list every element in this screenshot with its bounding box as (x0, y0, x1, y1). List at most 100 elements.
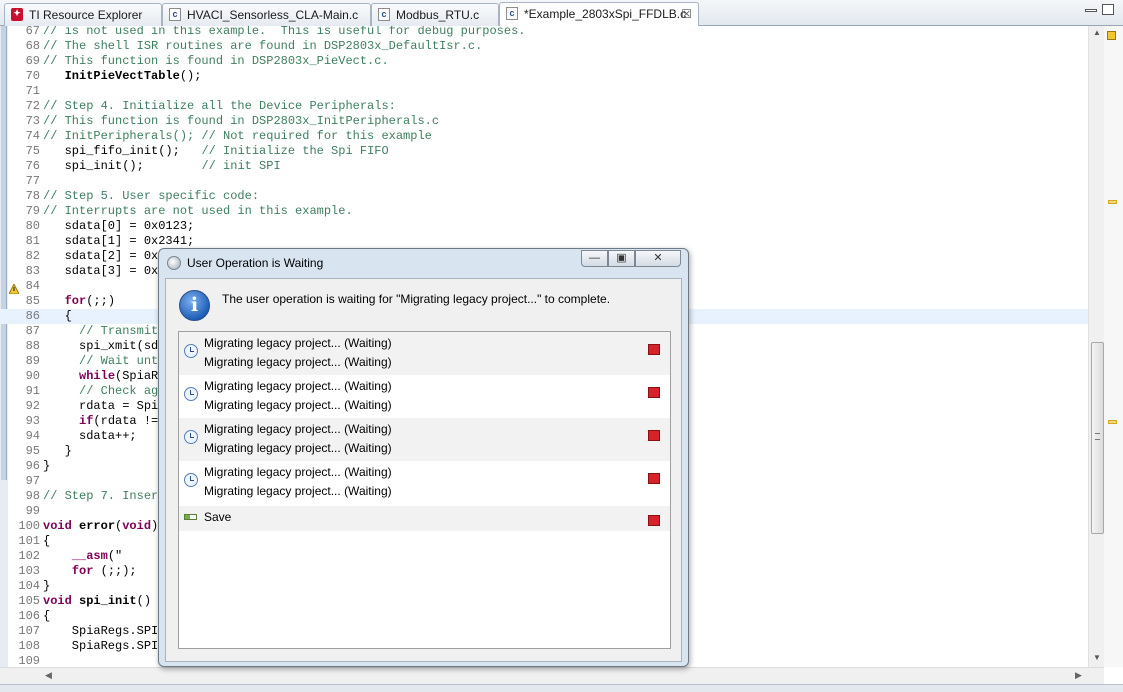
code-text[interactable]: } (43, 579, 50, 594)
user-operation-waiting-dialog: User Operation is Waiting — ▣ ✕ i The us… (158, 248, 689, 667)
code-text[interactable]: void spi_init() (43, 594, 151, 609)
line-number: 104 (18, 579, 40, 593)
code-text[interactable]: // The shell ISR routines are found in D… (43, 39, 482, 54)
code-line[interactable]: 75 spi_fifo_init(); // Initialize the Sp… (0, 144, 1104, 159)
restore-button[interactable]: ▣ (608, 250, 635, 267)
code-text[interactable]: // Step 5. User specific code: (43, 189, 259, 204)
code-text[interactable]: sdata++; (43, 429, 137, 444)
code-line[interactable]: 69// This function is found in DSP2803x_… (0, 54, 1104, 69)
minimize-button[interactable]: — (581, 250, 608, 267)
code-line[interactable]: 79// Interrupts are not used in this exa… (0, 204, 1104, 219)
code-line[interactable]: 67// is not used in this example. This i… (0, 26, 1104, 39)
stop-icon[interactable] (648, 473, 660, 484)
job-row[interactable]: Migrating legacy project... (Waiting) Mi… (179, 418, 670, 461)
code-line[interactable]: 74// InitPeripherals(); // Not required … (0, 129, 1104, 144)
code-line[interactable]: 77 (0, 174, 1104, 189)
overview-ruler[interactable] (1104, 26, 1123, 667)
code-line[interactable]: 68// The shell ISR routines are found in… (0, 39, 1104, 54)
code-text[interactable]: } (43, 459, 50, 474)
code-text[interactable]: // Step 7. Insert (43, 489, 165, 504)
code-text[interactable]: for (;;); (43, 564, 137, 579)
overview-marker[interactable] (1108, 200, 1117, 204)
job-row[interactable]: Migrating legacy project... (Waiting) Mi… (179, 375, 670, 418)
code-text[interactable]: { (43, 534, 50, 549)
line-number: 83 (25, 264, 40, 278)
vertical-scrollbar[interactable]: ▲ ▼ (1088, 26, 1104, 667)
code-text[interactable]: for(;;) (43, 294, 115, 309)
close-button[interactable]: ✕ (635, 250, 681, 267)
code-text[interactable]: spi_fifo_init(); // Initialize the Spi F… (43, 144, 389, 159)
line-number: 102 (18, 549, 40, 563)
code-text[interactable]: sdata[1] = 0x2341; (43, 234, 195, 249)
clock-icon (184, 473, 198, 487)
code-text[interactable]: // InitPeripherals(); // Not required fo… (43, 129, 432, 144)
code-line[interactable]: 76 spi_init(); // init SPI (0, 159, 1104, 174)
code-text[interactable]: SpiaRegs.SPIC (43, 624, 166, 639)
scroll-up-icon[interactable]: ▲ (1093, 28, 1101, 37)
overview-marker[interactable] (1108, 420, 1117, 424)
line-number: 85 (25, 294, 40, 308)
code-text[interactable]: sdata[0] = 0x0123; (43, 219, 195, 234)
code-text[interactable]: } (43, 444, 72, 459)
code-text[interactable]: // Step 4. Initialize all the Device Per… (43, 99, 396, 114)
line-number: 106 (18, 609, 40, 623)
code-text[interactable]: // Transmit (43, 324, 158, 339)
code-text[interactable]: // This function is found in DSP2803x_Pi… (43, 54, 389, 69)
code-line[interactable]: 81 sdata[1] = 0x2341; (0, 234, 1104, 249)
code-text[interactable]: // This function is found in DSP2803x_In… (43, 114, 439, 129)
line-number: 109 (18, 654, 40, 667)
code-text[interactable]: SpiaRegs.SPIC (43, 639, 166, 654)
tab-hvaci-sensorless[interactable]: c HVACI_Sensorless_CLA-Main.c (162, 3, 371, 26)
code-line[interactable]: 73// This function is found in DSP2803x_… (0, 114, 1104, 129)
job-row[interactable]: Migrating legacy project... (Waiting) Mi… (179, 461, 670, 504)
line-number: 93 (25, 414, 40, 428)
tab-ti-resource-explorer[interactable]: ✦ TI Resource Explorer (4, 3, 162, 26)
minimize-view-icon[interactable] (1085, 9, 1097, 12)
code-line[interactable]: 71 (0, 84, 1104, 99)
line-number: 88 (25, 339, 40, 353)
code-text[interactable]: spi_init(); // init SPI (43, 159, 281, 174)
code-text[interactable]: sdata[3] = 0x (43, 264, 159, 279)
close-tab-icon[interactable]: ☒ (681, 4, 692, 24)
maximize-view-icon[interactable] (1102, 4, 1114, 15)
code-line[interactable]: 78// Step 5. User specific code: (0, 189, 1104, 204)
code-text[interactable]: InitPieVectTable(); (43, 69, 202, 84)
code-text[interactable]: spi_xmit(sda (43, 339, 165, 354)
code-text[interactable]: if(rdata != (43, 414, 158, 429)
code-line[interactable]: 72// Step 4. Initialize all the Device P… (0, 99, 1104, 114)
stop-icon[interactable] (648, 430, 660, 441)
code-line[interactable]: 70 InitPieVectTable(); (0, 69, 1104, 84)
code-text[interactable]: __asm(" E (43, 549, 166, 564)
code-text[interactable]: // Wait unti (43, 354, 165, 369)
line-number: 71 (25, 84, 40, 98)
dialog-message: The user operation is waiting for "Migra… (222, 292, 611, 306)
code-text[interactable]: { (43, 309, 72, 324)
stop-icon[interactable] (648, 344, 660, 355)
code-line[interactable]: 80 sdata[0] = 0x0123; (0, 219, 1104, 234)
job-list[interactable]: Migrating legacy project... (Waiting) Mi… (178, 331, 671, 649)
stop-icon[interactable] (648, 387, 660, 398)
code-text[interactable]: sdata[2] = 0x (43, 249, 159, 264)
line-number: 103 (18, 564, 40, 578)
code-text[interactable]: // Interrupts are not used in this examp… (43, 204, 353, 219)
line-number: 105 (18, 594, 40, 608)
code-text[interactable]: while(SpiaRe (43, 369, 165, 384)
horizontal-scrollbar[interactable]: ◀ ▶ (0, 667, 1104, 684)
code-text[interactable]: void error(void) (43, 519, 158, 534)
scroll-left-icon[interactable]: ◀ (45, 670, 52, 681)
tab-example-spi-ffdlb[interactable]: c *Example_2803xSpi_FFDLB.c ☒ (499, 2, 699, 27)
overview-warning-icon[interactable] (1107, 31, 1116, 40)
job-status: Migrating legacy project... (Waiting) (204, 484, 392, 498)
progress-icon (184, 514, 197, 520)
stop-icon[interactable] (648, 515, 660, 526)
code-text[interactable]: { (43, 609, 50, 624)
scroll-down-icon[interactable]: ▼ (1093, 653, 1101, 662)
tab-modbus-rtu[interactable]: c Modbus_RTU.c (371, 3, 499, 26)
scroll-right-icon[interactable]: ▶ (1075, 670, 1082, 681)
save-job-row[interactable]: Save (179, 506, 670, 531)
code-text[interactable]: // is not used in this example. This is … (43, 26, 525, 39)
code-text[interactable]: rdata = Spia (43, 399, 165, 414)
scroll-thumb[interactable] (1091, 342, 1104, 534)
code-text[interactable]: // Check aga (43, 384, 165, 399)
job-row[interactable]: Migrating legacy project... (Waiting) Mi… (179, 332, 670, 375)
